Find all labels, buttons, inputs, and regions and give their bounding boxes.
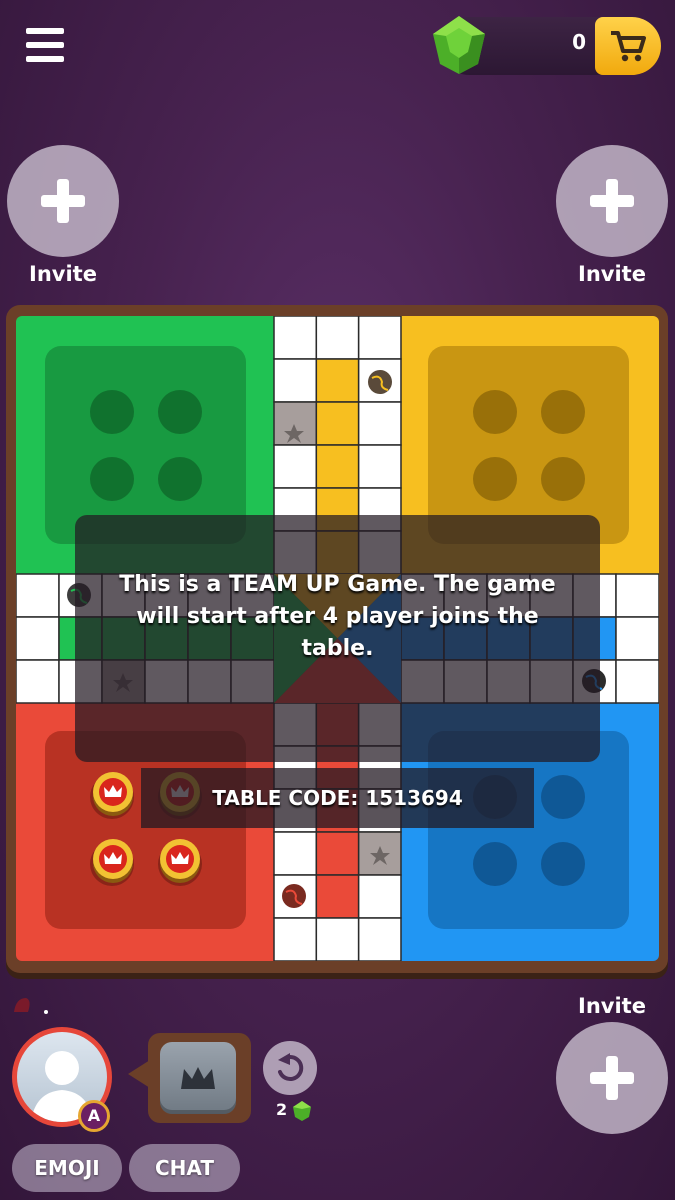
red-token	[160, 839, 200, 883]
table-code: TABLE CODE: 1513694	[212, 786, 463, 810]
board-cell	[16, 616, 60, 661]
board-cell	[357, 917, 402, 961]
invite-button-top-right[interactable]	[556, 145, 668, 257]
board-cell	[273, 316, 318, 360]
board-cell	[615, 659, 659, 704]
emoji-button[interactable]: EMOJI	[12, 1144, 122, 1192]
board-cell	[315, 401, 360, 446]
dice-pointer	[128, 1060, 150, 1088]
board-cell	[315, 831, 360, 876]
crown-dice-icon	[181, 1067, 215, 1089]
board-cell	[16, 573, 60, 618]
shopping-cart-icon	[611, 31, 646, 62]
dice-box	[148, 1033, 251, 1123]
board-cell	[357, 316, 402, 360]
gem-count: 0	[572, 30, 586, 54]
plus-icon	[590, 1056, 634, 1100]
table-code-bar: TABLE CODE: 1513694	[141, 768, 534, 828]
chat-button[interactable]: CHAT	[129, 1144, 240, 1192]
green-gem-icon	[433, 16, 485, 74]
board-cell	[357, 401, 402, 446]
board-cell	[315, 316, 360, 360]
plus-icon	[41, 179, 85, 223]
board-cell	[315, 358, 360, 403]
red-token	[93, 839, 133, 883]
dice-button[interactable]	[160, 1042, 236, 1114]
board-cell	[16, 659, 60, 704]
board-cell	[615, 573, 659, 618]
board-cell	[315, 917, 360, 961]
invite-button-bottom-right[interactable]	[556, 1022, 668, 1134]
red-token	[93, 772, 133, 816]
board-cell	[357, 444, 402, 489]
undo-cost: 2	[276, 1100, 288, 1119]
shop-cart-button[interactable]	[595, 17, 661, 75]
invite-label: Invite	[578, 262, 646, 286]
board-cell	[273, 358, 318, 403]
invite-button-top-left[interactable]	[7, 145, 119, 257]
board-cell	[315, 874, 360, 919]
board-cell	[615, 616, 659, 661]
plus-icon	[590, 179, 634, 223]
board-cell	[357, 874, 402, 919]
invite-label: Invite	[29, 262, 97, 286]
player-badge: A	[78, 1100, 110, 1132]
globe-icon	[368, 370, 392, 394]
undo-button[interactable]	[263, 1041, 317, 1095]
globe-icon	[282, 884, 306, 908]
board-cell	[273, 444, 318, 489]
board-cell	[273, 917, 318, 961]
invite-label: Invite	[578, 994, 646, 1018]
undo-arrow-icon	[278, 1053, 304, 1081]
team-up-message: This is a TEAM UP Game. The game will st…	[119, 572, 556, 661]
green-gem-icon	[293, 1101, 311, 1121]
emote-indicator-icon	[14, 998, 48, 1014]
board-cell	[273, 831, 318, 876]
board-cell	[315, 444, 360, 489]
menu-button[interactable]	[26, 28, 64, 62]
